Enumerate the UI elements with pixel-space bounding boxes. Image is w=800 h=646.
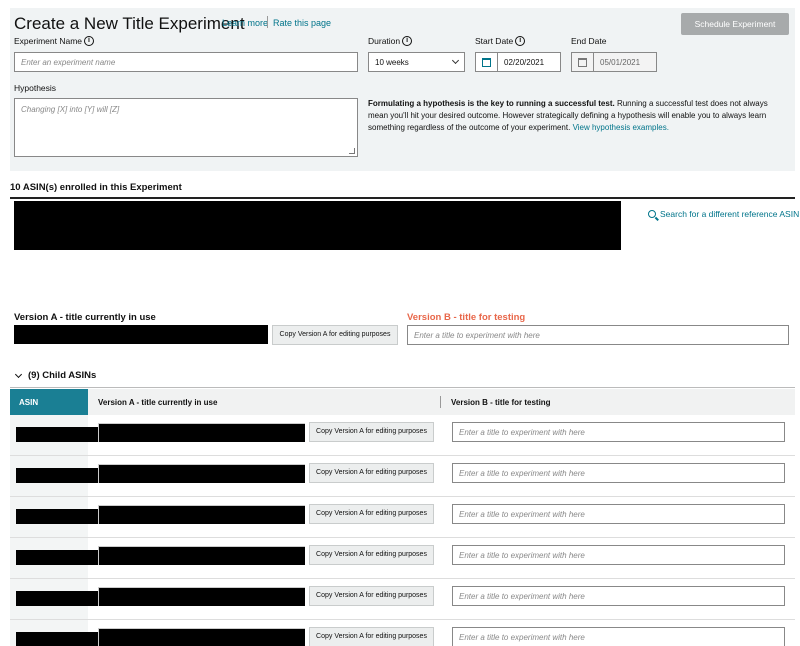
redacted-asin [16,509,98,524]
rate-page-link[interactable]: Rate this page [273,18,331,28]
table-row: Copy Version A for editing purposes Ente… [10,538,795,579]
start-date-value: 02/20/2021 [504,57,545,67]
duration-label: Duration i [368,36,413,46]
hypothesis-label-text: Hypothesis [14,83,57,93]
column-divider [440,396,441,408]
section-divider [10,197,795,199]
hypothesis-help-bold: Formulating a hypothesis is the key to r… [368,99,615,108]
table-row: Copy Version A for editing purposes Ente… [10,620,795,646]
duration-label-text: Duration [368,36,401,46]
experiment-name-placeholder: Enter an experiment name [21,57,116,67]
column-header-asin[interactable]: ASIN [10,389,88,415]
hypothesis-help-text: Formulating a hypothesis is the key to r… [368,98,788,134]
chevron-down-icon [14,370,23,378]
end-date-label: End Date [571,36,606,46]
child-asins-toggle[interactable]: (9) Child ASINs [14,370,97,381]
end-date-field: 05/01/2021 [571,52,657,72]
version-a-title: Version A - title currently in use [14,312,156,323]
end-date-value: 05/01/2021 [600,57,641,67]
info-icon[interactable]: i [515,36,526,46]
version-b-input[interactable]: Enter a title to experiment with here [452,463,785,483]
learn-more-link[interactable]: Learn more [222,18,268,28]
calendar-button[interactable] [476,53,498,71]
version-b-placeholder: Enter a title to experiment with here [459,591,585,601]
search-reference-asin-link[interactable]: Search for a different reference ASIN [648,209,799,219]
header-divider [267,16,268,28]
version-b-input[interactable]: Enter a title to experiment with here [452,545,785,565]
redacted-asin [16,468,98,483]
enrolled-title: 10 ASIN(s) enrolled in this Experiment [10,182,182,193]
redacted-version-a-title [98,628,305,646]
copy-version-a-button[interactable]: Copy Version A for editing purposes [309,545,434,565]
start-date-field[interactable]: 02/20/2021 [475,52,561,72]
experiment-name-input[interactable]: Enter an experiment name [14,52,358,72]
copy-version-a-button[interactable]: Copy Version A for editing purposes [309,422,434,442]
redacted-version-a-title [98,587,305,606]
column-header-version-a: Version A - title currently in use [98,397,218,407]
search-reference-asin-label: Search for a different reference ASIN [660,209,800,219]
version-b-placeholder: Enter a title to experiment with here [459,509,585,519]
copy-version-a-button[interactable]: Copy Version A for editing purposes [272,325,398,345]
calendar-icon [578,57,587,67]
table-row: Copy Version A for editing purposes Ente… [10,415,795,456]
child-asins-label: (9) Child ASINs [28,370,97,381]
hypothesis-placeholder: Changing [X] into [Y] will [Z] [21,105,120,114]
schedule-experiment-button[interactable]: Schedule Experiment [681,13,789,35]
redacted-version-a-title [98,505,305,524]
version-b-placeholder: Enter a title to experiment with here [459,427,585,437]
copy-version-a-button[interactable]: Copy Version A for editing purposes [309,627,434,646]
version-b-input[interactable]: Enter a title to experiment with here [452,422,785,442]
info-icon[interactable]: i [402,36,413,46]
column-header-version-b: Version B - title for testing [451,397,551,407]
start-date-label-text: Start Date [475,36,514,46]
table-row: Copy Version A for editing purposes Ente… [10,579,795,620]
search-icon [648,210,656,218]
start-date-label: Start Date i [475,36,526,46]
redacted-asin [16,427,98,442]
redacted-version-a-title [98,423,305,442]
redacted-version-a-title [98,546,305,565]
redacted-asin [16,591,98,606]
child-table-header: ASIN Version A - title currently in use … [10,389,795,415]
redacted-asin [16,632,98,646]
copy-version-a-button[interactable]: Copy Version A for editing purposes [309,586,434,606]
redacted-version-a-title [14,325,268,344]
page-title: Create a New Title Experiment [14,14,245,33]
version-b-placeholder: Enter a title to experiment with here [459,468,585,478]
copy-version-a-button[interactable]: Copy Version A for editing purposes [309,463,434,483]
calendar-button-disabled [572,53,594,71]
experiment-name-label: Experiment Name i [14,36,95,46]
duration-value: 10 weeks [375,57,409,67]
version-b-input[interactable]: Enter a title to experiment with here [452,586,785,606]
copy-version-a-button[interactable]: Copy Version A for editing purposes [309,504,434,524]
redacted-asin [16,550,98,565]
table-row: Copy Version A for editing purposes Ente… [10,497,795,538]
hypothesis-label: Hypothesis [14,83,56,93]
version-b-placeholder: Enter a title to experiment with here [459,632,585,642]
experiment-name-label-text: Experiment Name [14,36,83,46]
duration-select[interactable]: 10 weeks [368,52,465,72]
hypothesis-textarea[interactable]: Changing [X] into [Y] will [Z] [14,98,358,157]
redacted-version-a-title [98,464,305,483]
redacted-reference-asin [14,201,621,250]
version-b-input[interactable]: Enter a title to experiment with here [407,325,789,345]
version-b-input[interactable]: Enter a title to experiment with here [452,627,785,646]
table-row: Copy Version A for editing purposes Ente… [10,456,795,497]
calendar-icon [482,57,491,67]
resize-handle-icon[interactable] [349,148,355,154]
version-b-input[interactable]: Enter a title to experiment with here [452,504,785,524]
version-b-title: Version B - title for testing [407,312,526,323]
child-divider [10,387,795,388]
version-b-placeholder: Enter a title to experiment with here [459,550,585,560]
hypothesis-examples-link[interactable]: View hypothesis examples. [573,123,669,132]
version-b-placeholder: Enter a title to experiment with here [414,330,540,340]
chevron-down-icon [451,56,460,65]
end-date-label-text: End Date [571,36,607,46]
info-icon[interactable]: i [84,36,95,46]
